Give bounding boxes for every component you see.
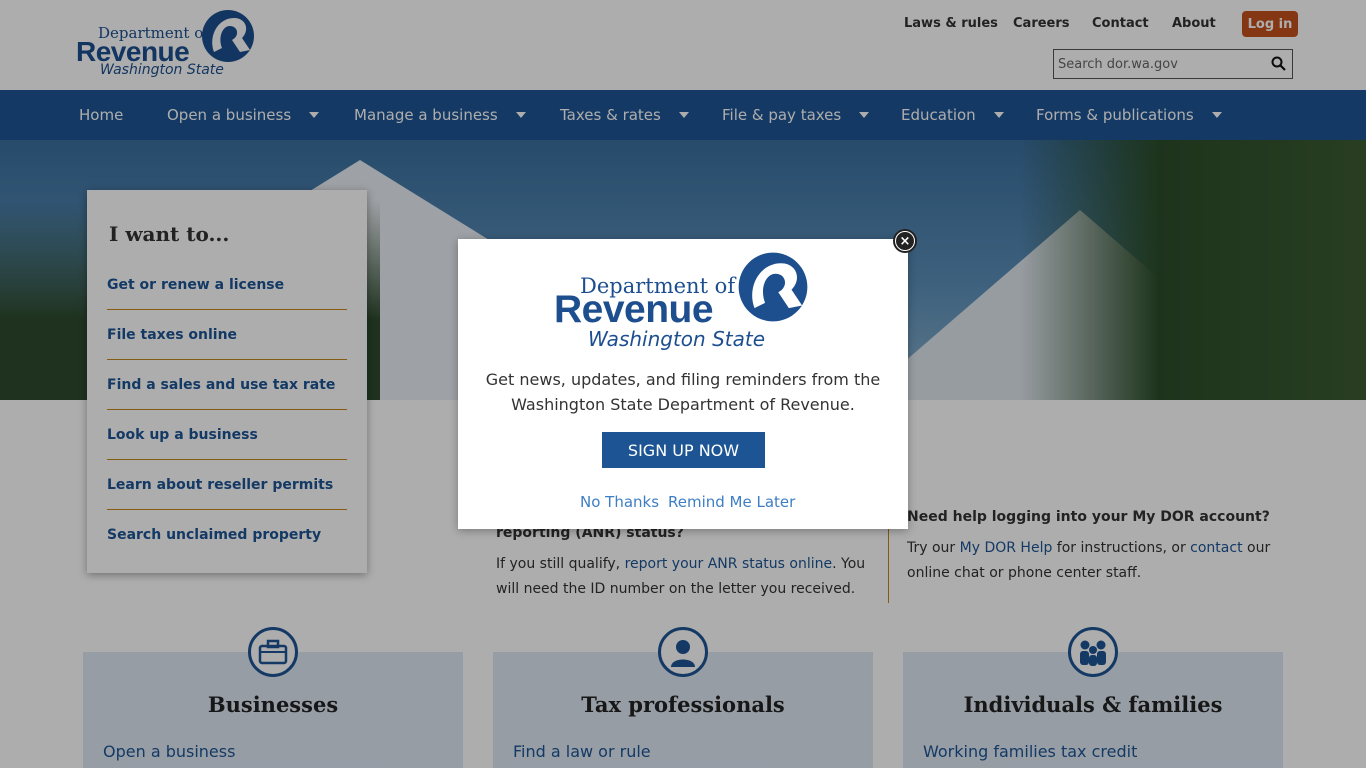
modal-message: Get news, updates, and filing reminders …	[485, 370, 881, 414]
no-thanks-link[interactable]: No Thanks	[580, 493, 659, 511]
logo-line2: Revenue	[554, 288, 714, 331]
modal-logo: Department of Revenue Washington State	[554, 250, 814, 354]
close-modal-button[interactable]: ×	[893, 229, 917, 253]
newsletter-modal: Department of Revenue Washington State G…	[458, 239, 908, 529]
logo-line3: Washington State	[588, 327, 766, 351]
sign-up-button[interactable]: SIGN UP NOW	[602, 432, 765, 468]
dor-mark-icon	[738, 252, 808, 322]
remind-later-link[interactable]: Remind Me Later	[668, 493, 795, 511]
close-icon: ×	[896, 232, 914, 250]
